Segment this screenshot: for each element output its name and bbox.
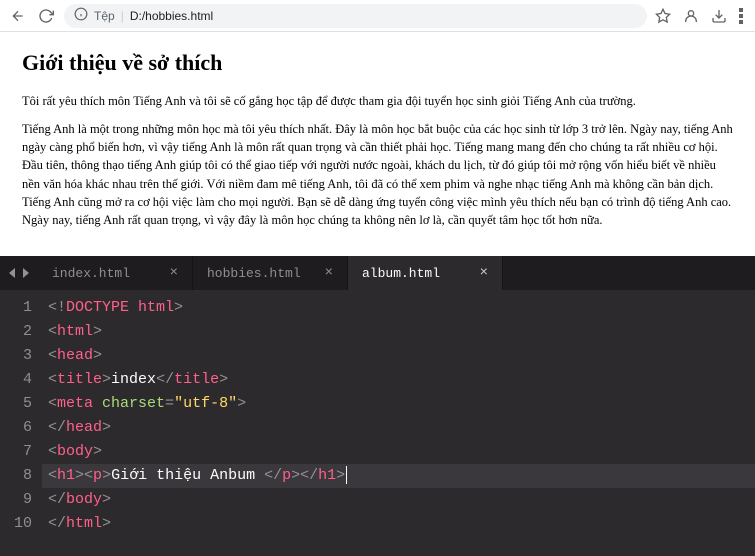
code-area[interactable]: 12345678910 <!DOCTYPE html> <html> <head… [0, 290, 755, 556]
code-line: </body> [42, 488, 755, 512]
code-line: <title>index</title> [42, 368, 755, 392]
url-separator: | [121, 9, 124, 23]
reload-button[interactable] [36, 6, 56, 26]
url-label: Tệp [94, 9, 115, 23]
code-line: <meta charset="utf-8"> [42, 392, 755, 416]
code-line-active: <h1><p>Giới thiệu Anbum </p></h1> [42, 464, 755, 488]
code-line: </html> [42, 512, 755, 536]
code-line: <!DOCTYPE html> [42, 296, 755, 320]
close-icon[interactable]: × [170, 265, 178, 281]
page-paragraph-2: Tiếng Anh là một trong những môn học mà … [22, 120, 733, 229]
code-line: <html> [42, 320, 755, 344]
code-lines[interactable]: <!DOCTYPE html> <html> <head> <title>ind… [42, 290, 755, 556]
tab-index[interactable]: index.html × [38, 256, 193, 290]
tab-label: album.html [362, 266, 440, 281]
tab-album[interactable]: album.html × [348, 256, 503, 290]
star-icon[interactable] [655, 8, 671, 24]
page-heading: Giới thiệu về sở thích [22, 50, 733, 76]
url-path: D:/hobbies.html [130, 9, 213, 23]
editor-tab-bar: index.html × hobbies.html × album.html × [0, 256, 755, 290]
tab-next-icon[interactable] [20, 268, 30, 278]
address-bar[interactable]: Tệp | D:/hobbies.html [64, 4, 647, 28]
code-line: </head> [42, 416, 755, 440]
code-line: <head> [42, 344, 755, 368]
page-content: Giới thiệu về sở thích Tôi rất yêu thích… [0, 32, 755, 257]
profile-icon[interactable] [683, 8, 699, 24]
code-line: <body> [42, 440, 755, 464]
code-editor: index.html × hobbies.html × album.html ×… [0, 256, 755, 556]
tab-nav [0, 256, 38, 290]
download-icon[interactable] [711, 8, 727, 24]
tab-prev-icon[interactable] [8, 268, 18, 278]
close-icon[interactable]: × [480, 265, 488, 281]
line-gutter: 12345678910 [0, 290, 42, 556]
close-icon[interactable]: × [325, 265, 333, 281]
page-paragraph-1: Tôi rất yêu thích môn Tiếng Anh và tôi s… [22, 92, 733, 110]
info-icon [74, 7, 88, 24]
tab-label: index.html [52, 266, 130, 281]
menu-icon[interactable] [739, 8, 743, 24]
browser-toolbar: Tệp | D:/hobbies.html [0, 0, 755, 32]
back-button[interactable] [8, 6, 28, 26]
tab-hobbies[interactable]: hobbies.html × [193, 256, 348, 290]
tab-label: hobbies.html [207, 266, 301, 281]
text-cursor [346, 466, 347, 484]
